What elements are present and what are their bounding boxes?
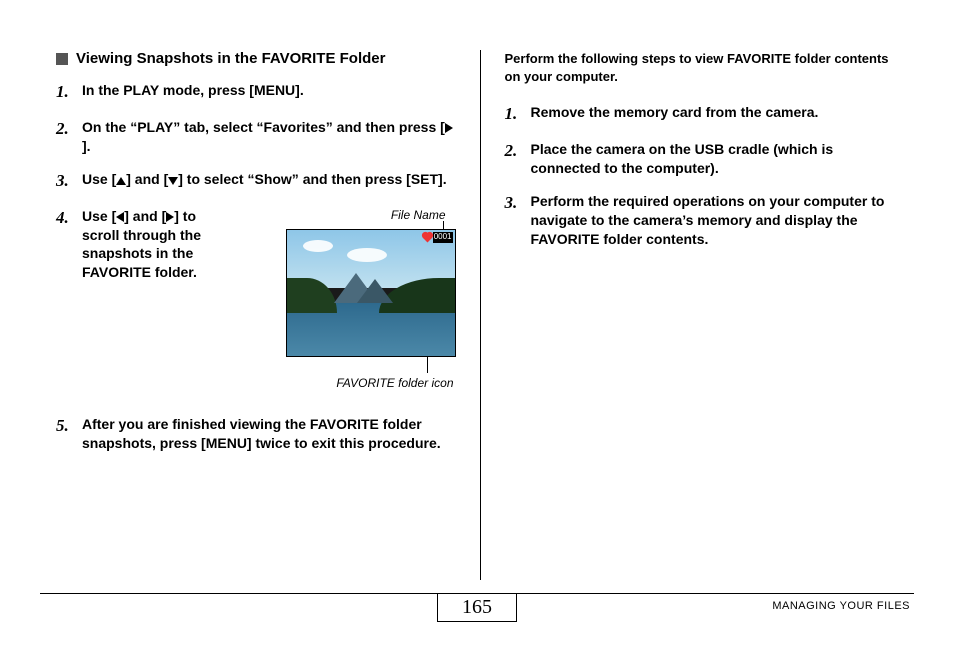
step-text: After you are finished viewing the FAVOR… xyxy=(82,415,456,453)
heart-icon xyxy=(422,232,432,242)
step-number: 4. xyxy=(56,207,74,391)
file-number: 0001 xyxy=(433,232,453,243)
step-text-part: ] to select “Show” and then press [SET]. xyxy=(178,171,446,187)
step-r3: 3. Perform the required operations on yo… xyxy=(505,192,905,249)
step-text-part: Use [ xyxy=(82,171,116,187)
step-number: 3. xyxy=(505,192,523,249)
triangle-right-icon xyxy=(445,123,453,133)
step-text: On the “PLAY” tab, select “Favorites” an… xyxy=(82,118,456,156)
step-text-part: ] and [ xyxy=(124,208,166,224)
step-3: 3. Use [ ] and [ ] to select “Show” and th… xyxy=(56,170,456,193)
figure-label-filename: File Name xyxy=(236,207,456,223)
step-text: Use [] and [] to scroll through the snap… xyxy=(82,207,222,283)
mountain-graphic xyxy=(357,279,393,303)
right-column: Perform the following steps to view FAVO… xyxy=(481,50,915,580)
manual-page: Viewing Snapshots in the FAVORITE Folder… xyxy=(0,0,954,646)
triangle-up-icon xyxy=(116,177,126,185)
step-text-part: ] and [ xyxy=(126,171,168,187)
square-bullet-icon xyxy=(56,53,68,65)
step-text-part: ]. xyxy=(82,138,91,154)
step-text: Remove the memory card from the camera. xyxy=(531,103,905,126)
cloud-graphic xyxy=(303,240,333,252)
step-content: Use [] and [] to scroll through the snap… xyxy=(82,207,456,391)
figure-wrapper: File Name xyxy=(236,207,456,391)
callout-line xyxy=(427,357,428,373)
left-column: Viewing Snapshots in the FAVORITE Folder… xyxy=(56,50,481,580)
step-text: Use [ ] and [ ] to select “Show” and then … xyxy=(82,170,456,193)
triangle-down-icon xyxy=(168,177,178,185)
intro-text: Perform the following steps to view FAVO… xyxy=(505,50,905,85)
step-number: 2. xyxy=(56,118,74,156)
cloud-graphic xyxy=(347,248,387,262)
step-5: 5. After you are finished viewing the FA… xyxy=(56,415,456,453)
right-steps-list: 1. Remove the memory card from the camer… xyxy=(505,103,905,248)
step-text: Place the camera on the USB cradle (whic… xyxy=(531,140,905,178)
left-steps-list: 1. In the PLAY mode, press [MENU]. 2. On… xyxy=(56,81,456,453)
step-number: 3. xyxy=(56,170,74,193)
section-title: Viewing Snapshots in the FAVORITE Folder xyxy=(76,50,385,67)
step-number: 5. xyxy=(56,415,74,453)
file-badge: 0001 xyxy=(424,232,453,243)
step-1: 1. In the PLAY mode, press [MENU]. xyxy=(56,81,456,104)
step-text-part: Use [ xyxy=(82,208,116,224)
step-text: In the PLAY mode, press [MENU]. xyxy=(82,81,456,104)
two-column-layout: Viewing Snapshots in the FAVORITE Folder… xyxy=(56,50,914,580)
section-heading: Viewing Snapshots in the FAVORITE Folder xyxy=(56,50,456,67)
step-text-part: On the “PLAY” tab, select “Favorites” an… xyxy=(82,119,445,135)
page-number: 165 xyxy=(437,593,517,622)
step-number: 1. xyxy=(56,81,74,104)
step-number: 2. xyxy=(505,140,523,178)
step-r1: 1. Remove the memory card from the camer… xyxy=(505,103,905,126)
step-text: Perform the required operations on your … xyxy=(531,192,905,249)
footer-section-label: MANAGING YOUR FILES xyxy=(772,600,910,612)
figure-label-icon: FAVORITE folder icon xyxy=(236,375,456,391)
step-2: 2. On the “PLAY” tab, select “Favorites”… xyxy=(56,118,456,156)
lcd-preview: 0001 xyxy=(286,229,456,357)
step-4: 4. Use [] and [] to scroll through the s… xyxy=(56,207,456,391)
step-number: 1. xyxy=(505,103,523,126)
step-r2: 2. Place the camera on the USB cradle (w… xyxy=(505,140,905,178)
